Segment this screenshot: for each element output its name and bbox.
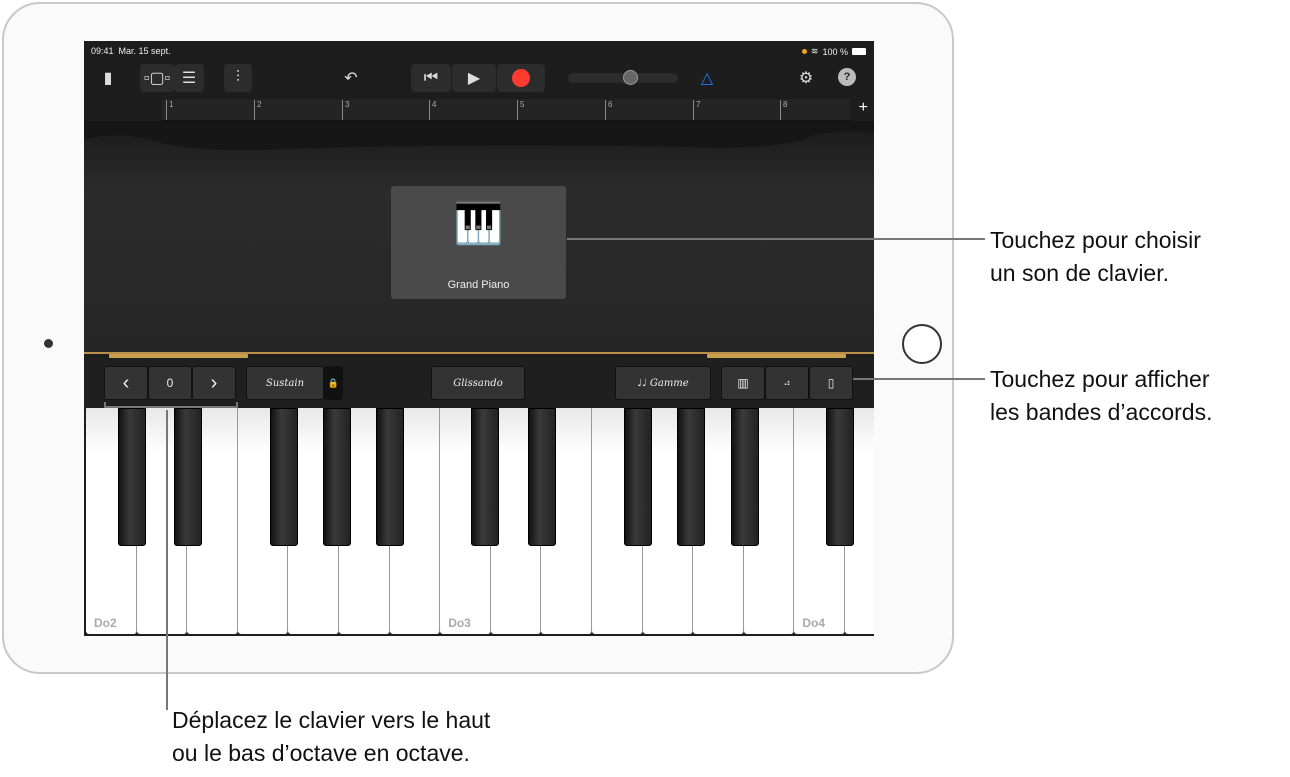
undo-icon[interactable]: ↶	[339, 64, 363, 92]
callout-line	[853, 378, 985, 380]
black-key[interactable]	[471, 408, 499, 546]
black-key[interactable]	[528, 408, 556, 546]
callout-octave: Déplacez le clavier vers le haut ou le ba…	[172, 707, 491, 766]
callout-line	[567, 238, 985, 240]
garageband-screen: 09:41 Mar. 15 sept. ≋ 100 % ▮ ▫▢▫ ☰ ⫶ ↶ ⏮…	[84, 41, 874, 636]
black-key[interactable]	[376, 408, 404, 546]
black-key[interactable]	[826, 408, 854, 546]
time: 09:41	[91, 46, 114, 56]
black-key[interactable]	[731, 408, 759, 546]
black-key[interactable]	[174, 408, 202, 546]
piano-keyboard[interactable]: Do2 Do3 Do4	[86, 408, 874, 634]
arpeggiator-icon[interactable]: ⠴	[765, 366, 809, 400]
sustain-button[interactable]: Sustain	[246, 366, 324, 400]
tracks-view-icon[interactable]: ▫▢▫	[140, 64, 174, 92]
date: Mar. 15 sept.	[118, 46, 171, 56]
record-icon	[512, 69, 530, 87]
settings-icon[interactable]: ⚙	[794, 64, 818, 92]
toolbar: ▮ ▫▢▫ ☰ ⫶ ↶ ⏮ ▶ △ ⚙ ?	[84, 59, 874, 97]
add-section-button[interactable]: +	[859, 99, 868, 117]
black-key[interactable]	[118, 408, 146, 546]
bar-number: 7	[693, 100, 700, 120]
bar-number: 4	[429, 100, 436, 120]
black-key[interactable]	[677, 408, 705, 546]
instrument-name: Grand Piano	[447, 279, 510, 291]
wifi-icon: ≋	[810, 46, 819, 56]
bar-number: 6	[605, 100, 612, 120]
callout-instrument: Touchez pour choisir un son de clavier.	[990, 227, 1201, 286]
browser-view-icon[interactable]: ☰	[174, 64, 204, 92]
mic-indicator	[801, 49, 807, 54]
play-icon[interactable]: ▶	[452, 64, 496, 92]
octave-up-button[interactable]: ›	[192, 366, 236, 400]
instrument-selector[interactable]: 🎹 Grand Piano	[391, 186, 566, 299]
octave-down-button[interactable]: ‹	[104, 366, 148, 400]
sustain-lock-icon[interactable]: 🔒	[324, 366, 343, 400]
piano-lid-curve	[84, 121, 874, 150]
home-button[interactable]	[902, 324, 942, 364]
battery-text: 100 %	[822, 46, 848, 57]
volume-slider[interactable]	[568, 70, 678, 85]
key-label: Do2	[94, 616, 117, 630]
black-key[interactable]	[624, 408, 652, 546]
metronome-icon[interactable]: △	[696, 64, 718, 92]
keyboard-layout-icon[interactable]: ▥	[721, 366, 765, 400]
volume-knob[interactable]	[623, 70, 638, 85]
glissando-button[interactable]: Glissando	[431, 366, 525, 400]
rewind-icon[interactable]: ⏮	[411, 64, 451, 92]
grand-piano-icon: 🎹	[453, 202, 504, 246]
chord-strips-icon[interactable]: ▯	[809, 366, 853, 400]
bar-number: 8	[780, 100, 787, 120]
keyboard-controls: ‹ 0 › Sustain 🔒 Glissando ♩♩ Gamme ▥ ⠴ ▯	[84, 358, 874, 408]
octave-value: 0	[148, 366, 192, 400]
scale-button[interactable]: ♩♩ Gamme	[615, 366, 711, 400]
mixer-icon[interactable]: ⫶	[224, 64, 252, 92]
black-key[interactable]	[323, 408, 351, 546]
bar-number: 1	[166, 100, 173, 120]
status-bar: 09:41 Mar. 15 sept. ≋ 100 %	[84, 41, 874, 59]
timeline-ruler[interactable]: 1 2 3 4 5 6 7 8	[162, 99, 850, 121]
key-label: Do3	[448, 616, 471, 630]
camera	[44, 339, 53, 348]
bar-number: 2	[254, 100, 261, 120]
bar-number: 3	[342, 100, 349, 120]
document-icon[interactable]: ▮	[98, 67, 118, 89]
key-label: Do4	[802, 616, 826, 630]
bar-number: 5	[517, 100, 524, 120]
callout-chord-strips: Touchez pour afficher les bandes d’accord…	[990, 366, 1213, 425]
battery-icon	[852, 48, 866, 55]
black-key[interactable]	[270, 408, 298, 546]
callout-line	[166, 410, 168, 710]
record-button[interactable]	[497, 64, 545, 92]
help-icon[interactable]: ?	[838, 68, 856, 86]
